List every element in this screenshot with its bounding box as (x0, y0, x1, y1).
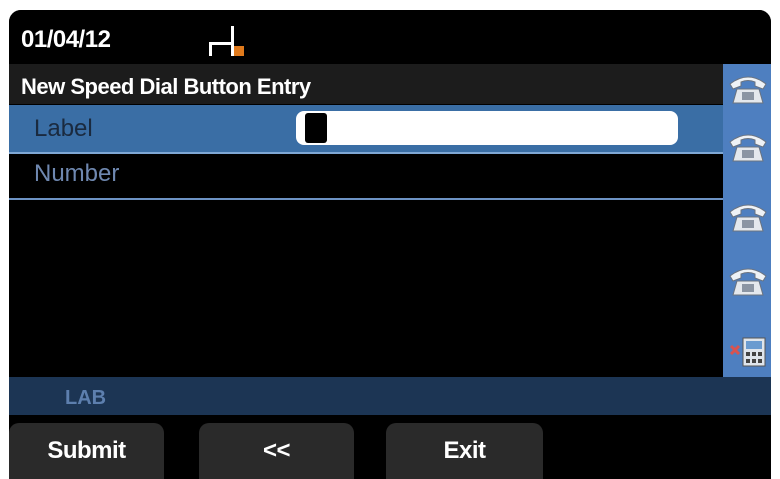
exit-softkey[interactable]: Exit (386, 423, 543, 479)
bottom-status-bar: LAB (9, 377, 771, 415)
label-input[interactable] (296, 111, 678, 145)
signal-icon (209, 26, 244, 56)
phone-icon[interactable] (727, 198, 769, 234)
text-cursor (305, 113, 327, 143)
line-key-column (723, 64, 771, 378)
line-label: LAB (65, 387, 107, 409)
submit-softkey[interactable]: Submit (9, 423, 164, 479)
date-display: 01/04/12 (21, 26, 111, 53)
number-field-label: Number (34, 160, 120, 187)
status-bar: 01/04/12 (9, 10, 771, 64)
phone-icon[interactable] (727, 70, 769, 106)
directory-remove-icon[interactable] (729, 334, 771, 370)
page-title: New Speed Dial Button Entry (21, 74, 311, 99)
label-field-label: Label (34, 115, 93, 142)
label-field-row[interactable]: Label (9, 105, 723, 154)
phone-icon[interactable] (727, 262, 769, 298)
title-bar: New Speed Dial Button Entry (9, 64, 723, 104)
phone-icon[interactable] (727, 128, 769, 164)
phone-screen: 01/04/12 New Speed Dial Button Entry Lab… (9, 10, 771, 479)
softkey-bar: Submit << Exit (9, 415, 771, 479)
number-field-row[interactable]: Number (9, 154, 723, 200)
backspace-softkey[interactable]: << (199, 423, 354, 479)
